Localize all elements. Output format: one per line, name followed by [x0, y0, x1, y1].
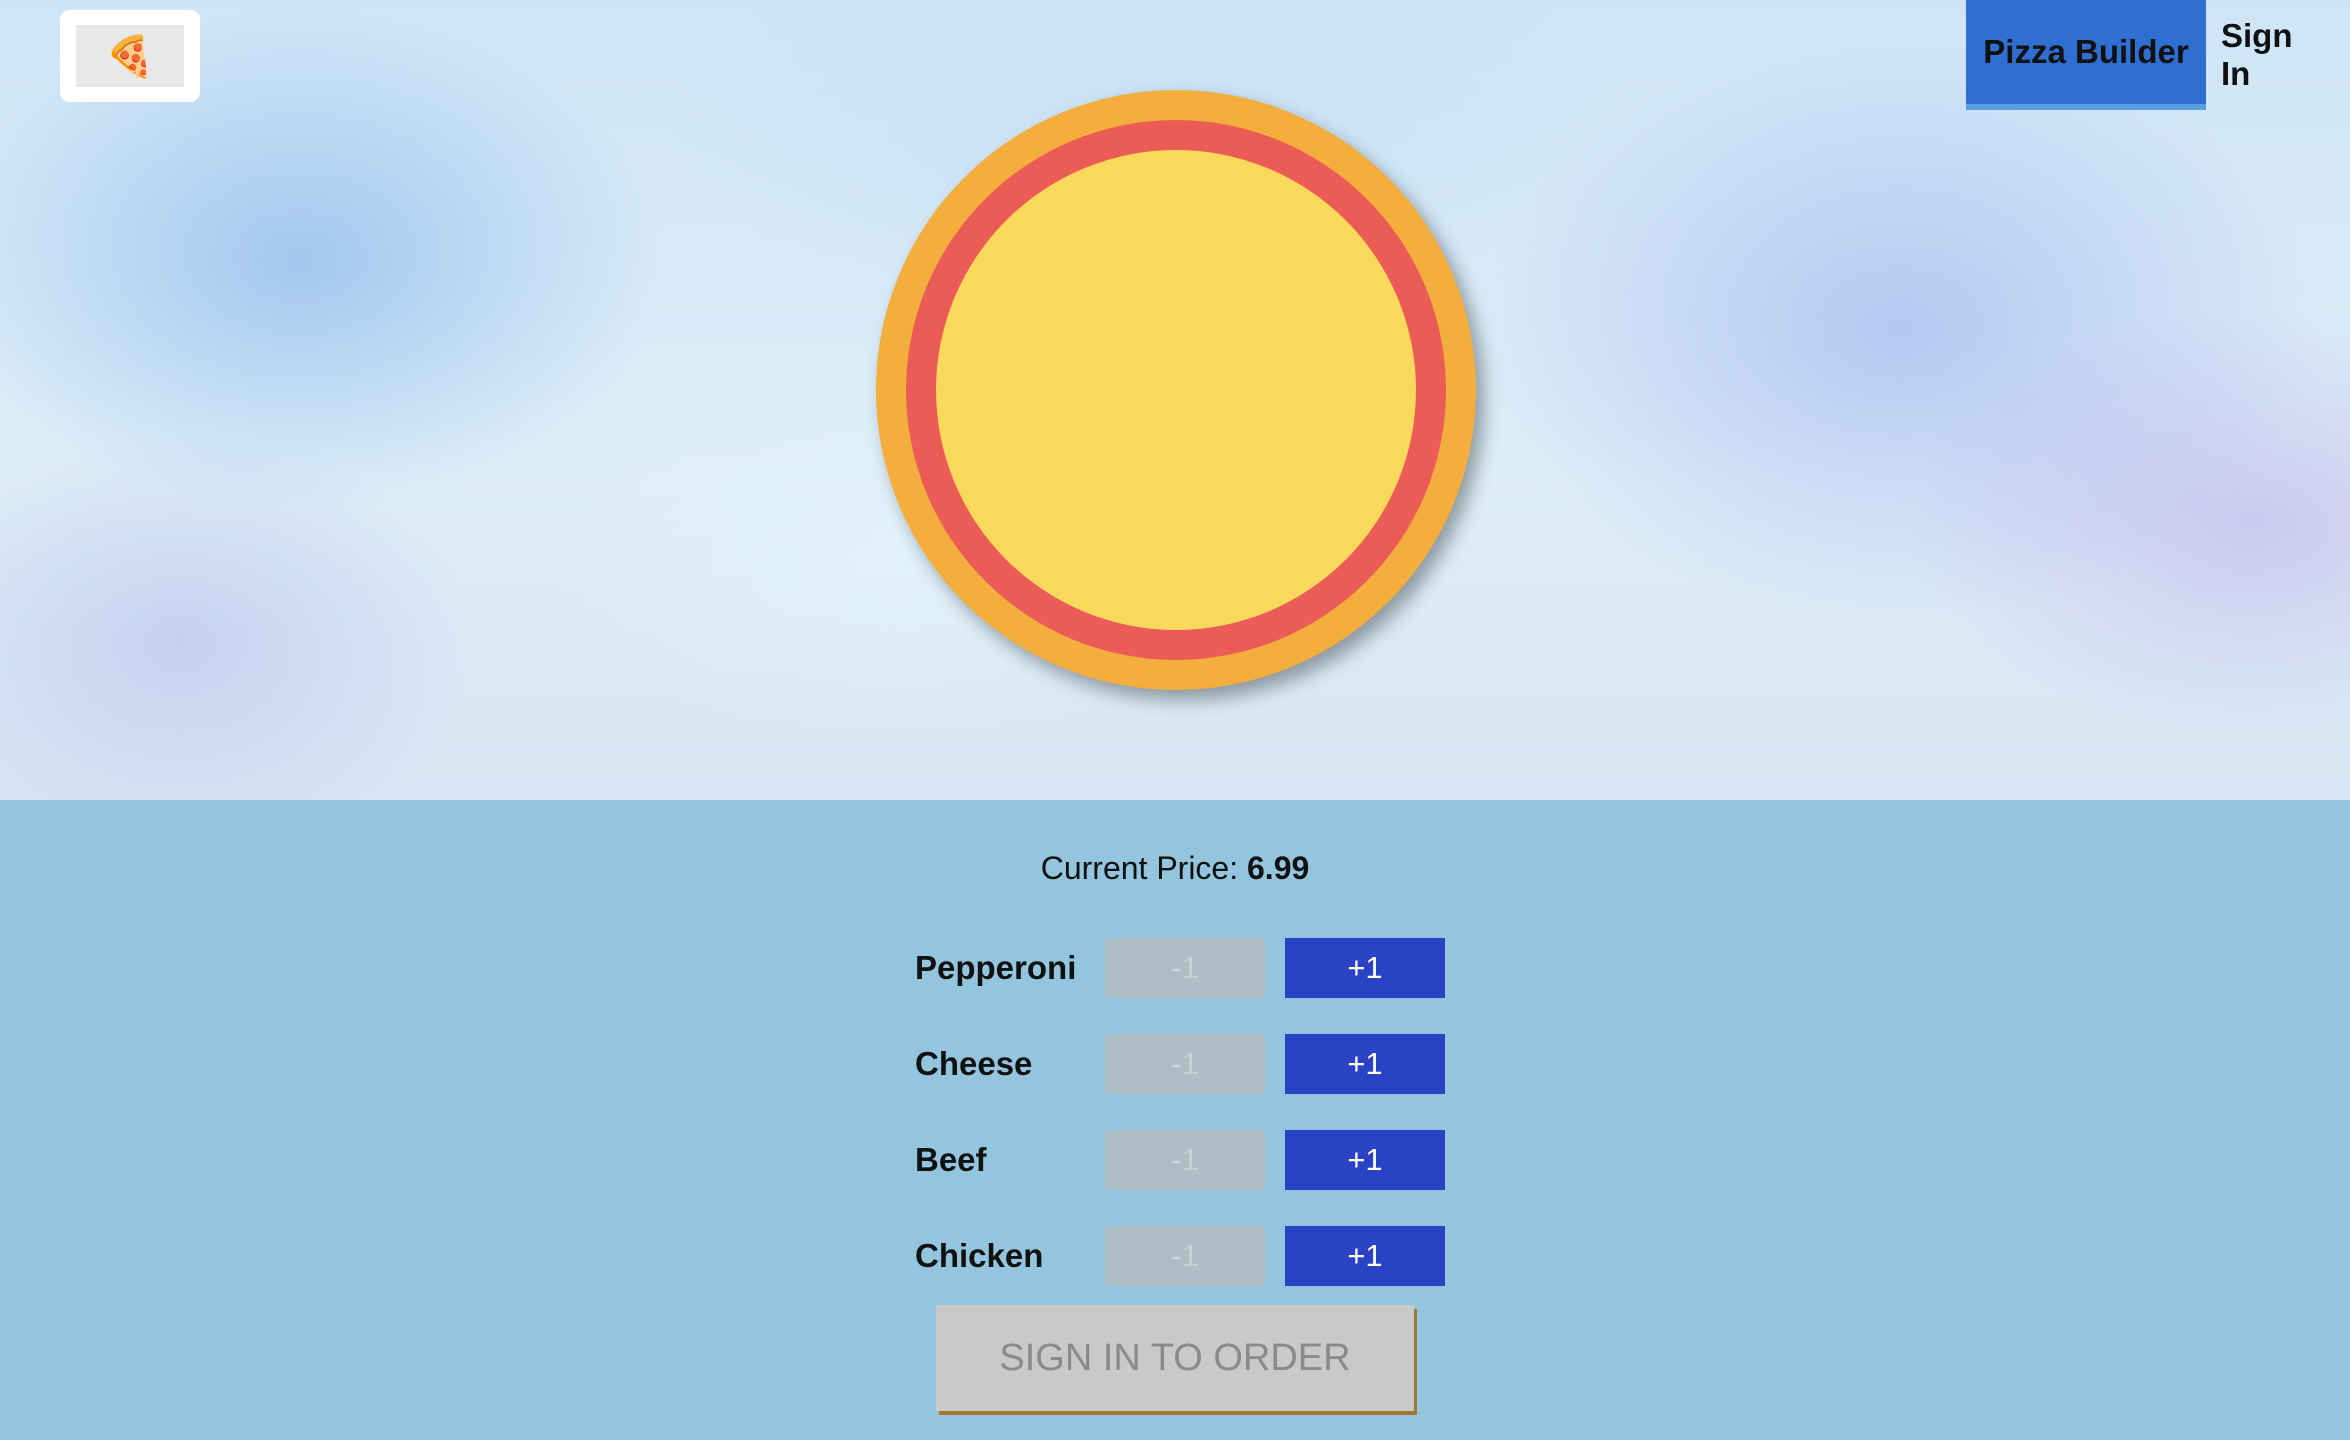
cheese-more-button[interactable]: +1 — [1285, 1034, 1445, 1094]
ingredient-label: Cheese — [915, 1045, 1033, 1082]
ingredient-row-beef: Beef -1 +1 — [915, 1130, 1445, 1190]
price-value: 6.99 — [1247, 850, 1310, 886]
beef-more-button[interactable]: +1 — [1285, 1130, 1445, 1190]
beef-less-button[interactable]: -1 — [1105, 1130, 1265, 1190]
chicken-less-button[interactable]: -1 — [1105, 1226, 1265, 1286]
hero-background: 🍕 Pizza Builder Sign In — [0, 0, 2350, 800]
ingredient-label: Chicken — [915, 1237, 1044, 1274]
sign-in-to-order-button[interactable]: SIGN IN TO ORDER — [936, 1305, 1414, 1411]
top-nav: Pizza Builder Sign In — [1966, 0, 2350, 110]
nav-sign-in[interactable]: Sign In — [2206, 0, 2350, 110]
chicken-more-button[interactable]: +1 — [1285, 1226, 1445, 1286]
build-controls: Current Price: 6.99 Pepperoni -1 +1 Chee… — [0, 800, 2350, 1440]
pepperoni-less-button[interactable]: -1 — [1105, 938, 1265, 998]
current-price: Current Price: 6.99 — [0, 850, 2350, 887]
price-label: Current Price: — [1040, 850, 1239, 886]
ingredient-label: Pepperoni — [915, 949, 1077, 986]
pepperoni-more-button[interactable]: +1 — [1285, 938, 1445, 998]
ingredient-row-cheese: Cheese -1 +1 — [915, 1034, 1445, 1094]
logo[interactable]: 🍕 — [60, 10, 200, 102]
pizza-cheese — [936, 150, 1416, 630]
ingredient-label: Beef — [915, 1141, 987, 1178]
pizza-crust — [876, 90, 1476, 690]
logo-image: 🍕 — [76, 25, 184, 87]
ingredient-row-chicken: Chicken -1 +1 — [915, 1226, 1445, 1286]
cheese-less-button[interactable]: -1 — [1105, 1034, 1265, 1094]
nav-pizza-builder[interactable]: Pizza Builder — [1966, 0, 2206, 110]
ingredient-row-pepperoni: Pepperoni -1 +1 — [915, 938, 1445, 998]
pizza-slice-icon: 🍕 — [105, 34, 155, 79]
